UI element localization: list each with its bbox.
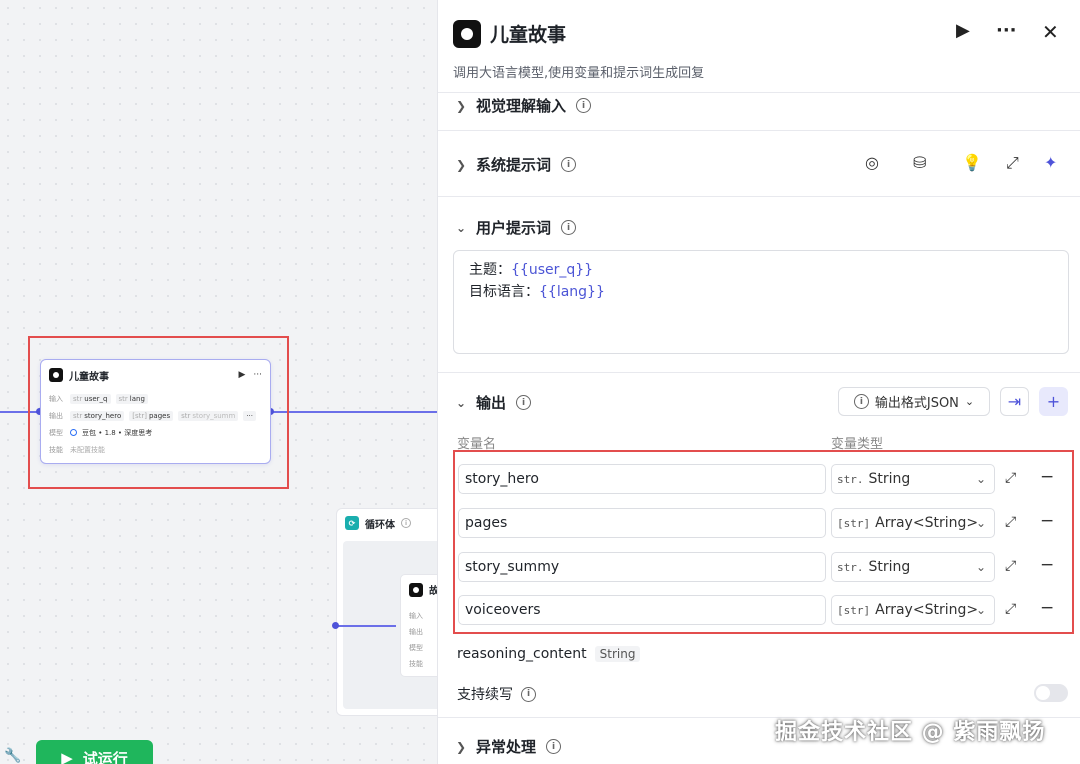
info-icon: i bbox=[853, 394, 869, 409]
play-icon: ▶ bbox=[61, 749, 73, 764]
info-icon: i bbox=[401, 518, 411, 528]
library-icon[interactable]: ⛁ bbox=[913, 153, 926, 172]
reasoning-label: reasoning_content bbox=[457, 646, 587, 662]
ai-sparkle-icon[interactable]: ✦ bbox=[1044, 153, 1057, 172]
info-icon: i bbox=[561, 157, 577, 172]
prompt-text: 目标语言： bbox=[469, 284, 539, 300]
highlight-box-outputs bbox=[453, 450, 1074, 634]
reasoning-output: reasoning_content String bbox=[457, 646, 641, 662]
info-icon: i bbox=[521, 686, 536, 702]
chevron-right-icon[interactable]: ❯ bbox=[456, 99, 466, 113]
info-icon: i bbox=[576, 98, 592, 113]
output-format-select[interactable]: i 输出格式JSON ⌄ bbox=[838, 387, 990, 416]
run-node-icon[interactable]: ▶ bbox=[956, 20, 970, 41]
info-icon: i bbox=[516, 395, 532, 410]
user-prompt-editor[interactable]: 主题：{{user_q}} 目标语言：{{lang}} bbox=[453, 250, 1069, 354]
inner-llm-node[interactable]: 故 输入 输出 模型 技能 bbox=[400, 574, 437, 677]
add-output-button[interactable]: + bbox=[1039, 387, 1068, 416]
node-settings-panel: 儿童故事 ▶ ··· ✕ 调用大语言模型,使用变量和提示词生成回复 ❯ 视觉理解… bbox=[437, 0, 1080, 764]
close-icon[interactable]: ✕ bbox=[1042, 20, 1059, 44]
inner-label: 模型 bbox=[409, 644, 423, 652]
prompt-text: 主题： bbox=[469, 262, 511, 278]
section-title: 输出 bbox=[476, 394, 507, 412]
info-icon: i bbox=[561, 220, 577, 235]
llm-logo-icon bbox=[409, 583, 423, 597]
watermark: 掘金技术社区 @ 紫雨飘扬 bbox=[775, 720, 1046, 745]
test-run-button[interactable]: ▶ 试运行 bbox=[36, 740, 153, 764]
prompt-line: 主题：{{user_q}} bbox=[469, 259, 1053, 281]
import-button[interactable]: ⇥ bbox=[1000, 387, 1029, 416]
loop-inner-port[interactable] bbox=[332, 622, 339, 629]
prompt-variable: {{lang}} bbox=[539, 284, 605, 300]
compass-icon[interactable]: ◎ bbox=[865, 153, 879, 172]
expand-icon[interactable]: ⤢ bbox=[1006, 153, 1019, 173]
section-title: 系统提示词 bbox=[476, 156, 552, 174]
loop-title: 循环体 bbox=[365, 519, 395, 531]
wrench-icon[interactable]: 🔧 bbox=[4, 748, 21, 764]
continue-writing-toggle[interactable] bbox=[1034, 684, 1068, 702]
section-title: 用户提示词 bbox=[476, 219, 552, 237]
section-system-prompt[interactable]: ❯ 系统提示词 i bbox=[438, 130, 1080, 196]
workflow-canvas[interactable]: 儿童故事 ▶ ··· 输入 str user_q str lang 输出 str st… bbox=[0, 0, 437, 764]
inner-node-title: 故 bbox=[429, 586, 437, 597]
lightbulb-icon[interactable]: 💡 bbox=[962, 153, 982, 172]
prompt-variable: {{user_q}} bbox=[511, 262, 594, 278]
reasoning-type-tag: String bbox=[594, 646, 641, 662]
inner-label: 技能 bbox=[409, 660, 423, 668]
highlight-box-node bbox=[28, 336, 289, 489]
info-icon: i bbox=[546, 739, 562, 754]
edge-out bbox=[271, 411, 437, 413]
chevron-right-icon[interactable]: ❯ bbox=[456, 158, 466, 172]
more-icon[interactable]: ··· bbox=[996, 20, 1017, 41]
prompt-line: 目标语言：{{lang}} bbox=[469, 281, 1053, 303]
section-title: 异常处理 bbox=[476, 738, 537, 756]
chevron-down-icon[interactable]: ⌄ bbox=[456, 396, 466, 410]
llm-logo-icon bbox=[453, 20, 481, 48]
loop-icon: ⟳ bbox=[345, 516, 359, 530]
inner-label: 输入 bbox=[409, 612, 423, 620]
chevron-down-icon[interactable]: ⌄ bbox=[456, 221, 466, 235]
chevron-right-icon[interactable]: ❯ bbox=[456, 740, 466, 754]
output-format-label: 输出格式JSON bbox=[874, 396, 959, 411]
edge-loop-inner bbox=[336, 625, 396, 627]
continue-label: 支持续写 bbox=[457, 687, 513, 703]
section-title: 视觉理解输入 bbox=[476, 97, 567, 115]
section-vision[interactable]: ❯ 视觉理解输入 i bbox=[438, 92, 1080, 130]
chevron-down-icon: ⌄ bbox=[964, 395, 975, 408]
continue-writing-option: 支持续写 i bbox=[457, 684, 536, 704]
inner-label: 输出 bbox=[409, 628, 423, 636]
panel-title[interactable]: 儿童故事 bbox=[490, 20, 566, 47]
panel-description: 调用大语言模型,使用变量和提示词生成回复 bbox=[453, 66, 705, 81]
test-run-label: 试运行 bbox=[82, 749, 128, 764]
